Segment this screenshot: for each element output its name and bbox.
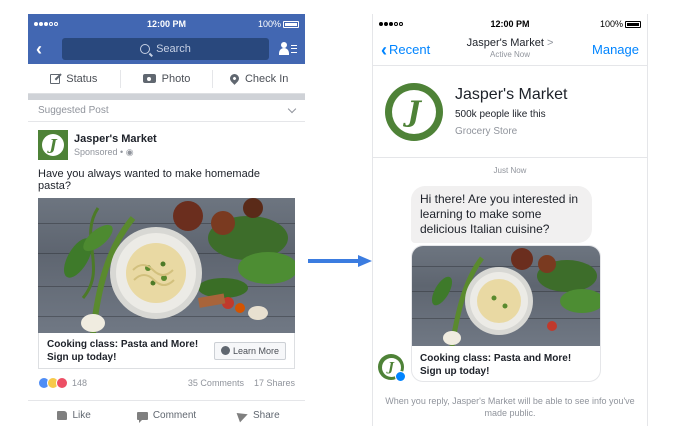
battery-icon (625, 20, 641, 28)
message-bubble[interactable]: Hi there! Are you interested in learning… (411, 186, 592, 243)
comment-button[interactable]: Comment (120, 410, 212, 423)
page-header: J Jasper's Market 500k people like this … (373, 66, 647, 158)
call-to-action-bar[interactable]: Cooking class: Pasta and More! Sign up t… (38, 333, 295, 369)
page-avatar[interactable]: J (385, 82, 443, 141)
message-card[interactable]: Cooking class: Pasta and More! Sign up t… (411, 245, 601, 382)
page-logo[interactable]: J (38, 130, 68, 160)
messenger-badge-icon (395, 371, 406, 382)
chevron-down-icon[interactable] (287, 104, 297, 114)
battery-icon (283, 20, 299, 28)
messenger-phone: 12:00 PM 100% ‹ Recent Jasper's Market >… (372, 14, 648, 426)
top-nav: ‹ Search (28, 34, 305, 64)
share-icon (236, 409, 250, 422)
post-header: J Jasper's Market Sponsored • ◉ (28, 122, 305, 160)
pen-icon (50, 73, 61, 84)
pasta-illustration (64, 198, 295, 333)
search-icon (140, 44, 151, 54)
post-text: Have you always wanted to make homemade … (38, 168, 260, 192)
check-in-label: Check In (244, 72, 289, 85)
sponsored-label: Sponsored • ◉ (74, 146, 134, 157)
cta-text: Cooking class: Pasta and More! Sign up t… (47, 338, 199, 363)
conversation-title[interactable]: Jasper's Market > Active Now (373, 37, 647, 59)
facebook-phone: 12:00 PM 100% ‹ Search Status Photo Chec… (28, 14, 305, 426)
globe-icon: ◉ (125, 146, 134, 157)
check-in-button[interactable]: Check In (213, 70, 305, 88)
status-bar: 12:00 PM 100% (373, 14, 647, 34)
status-button[interactable]: Status (28, 69, 121, 88)
learn-more-button[interactable]: Learn More (213, 341, 286, 360)
messenger-nav: ‹ Recent Jasper's Market > Active Now Ma… (373, 34, 647, 66)
page-category: Grocery Store (455, 126, 518, 137)
page-likes: 500k people like this (455, 109, 546, 120)
pasta-illustration (431, 248, 600, 346)
comment-icon (136, 411, 148, 423)
reactions[interactable]: 148 (38, 377, 87, 389)
love-reaction-icon (56, 377, 68, 389)
status-bar: 12:00 PM 100% (28, 14, 305, 34)
camera-icon (142, 74, 156, 83)
reply-notice: When you reply, Jasper's Market will be … (385, 396, 635, 418)
back-chevron-icon[interactable]: ‹ (36, 40, 52, 58)
photo-label: Photo (161, 72, 191, 85)
page-name: Jasper's Market (455, 86, 568, 103)
like-button[interactable]: Like (28, 410, 120, 421)
friends-icon[interactable] (279, 42, 297, 56)
post-action-bar: Like Comment Share (28, 400, 305, 426)
reaction-summary: 148 35 Comments 17 Shares (28, 369, 305, 397)
sender-avatar[interactable]: J (378, 354, 406, 382)
status-time: 12:00 PM (146, 19, 187, 29)
search-input[interactable]: Search (62, 38, 269, 60)
pin-icon (228, 72, 241, 85)
composer-bar: Status Photo Check In (28, 64, 305, 94)
status-time: 12:00 PM (490, 19, 530, 29)
card-caption: Cooking class: Pasta and More! Sign up t… (420, 353, 572, 377)
status-label: Status (66, 72, 98, 85)
comments-count[interactable]: 35 Comments (188, 378, 244, 388)
messenger-icon (220, 346, 230, 355)
pasta-image[interactable] (38, 198, 295, 333)
share-button[interactable]: Share (213, 409, 305, 422)
message-timestamp: Just Now (493, 166, 527, 175)
active-status: Active Now (489, 50, 530, 59)
page-name[interactable]: Jasper's Market (74, 133, 157, 145)
sponsored-post: Suggested Post J Jasper's Market Sponsor… (28, 100, 305, 426)
search-placeholder: Search (156, 43, 191, 55)
shares-count[interactable]: 17 Shares (254, 378, 295, 388)
learn-more-label: Learn More (232, 345, 279, 356)
flow-arrow (308, 255, 372, 267)
suggested-post-header: Suggested Post (28, 100, 305, 122)
photo-button[interactable]: Photo (121, 69, 214, 88)
like-icon (57, 411, 68, 420)
card-image (412, 246, 600, 346)
reaction-count: 148 (72, 378, 88, 388)
suggested-label: Suggested Post (38, 105, 109, 116)
